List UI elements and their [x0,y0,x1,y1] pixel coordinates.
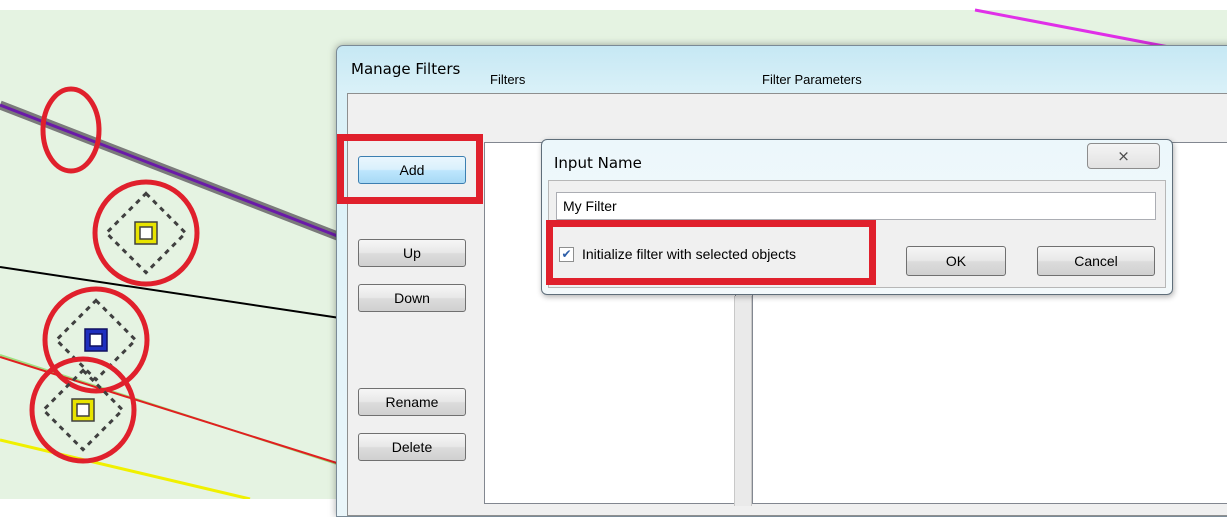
node-inner [89,333,103,347]
check-icon: ✔ [561,247,572,261]
node-inner [139,226,153,240]
cancel-button[interactable]: Cancel [1037,246,1155,276]
up-button[interactable]: Up [358,239,466,267]
filters-scrollbar[interactable] [734,296,752,506]
filter-parameters-header: Filter Parameters [762,72,862,87]
input-name-dialog: Input Name ⨯ ✔ Initialize filter with se… [541,139,1173,295]
add-button[interactable]: Add [358,156,466,184]
rename-button[interactable]: Rename [358,388,466,416]
filters-header: Filters [490,72,526,87]
window-title: Manage Filters [351,60,461,78]
close-button[interactable]: ⨯ [1087,143,1160,169]
initialize-checkbox-row[interactable]: ✔ Initialize filter with selected object… [559,246,796,262]
down-button[interactable]: Down [358,284,466,312]
yellow-line [0,438,251,499]
ok-button[interactable]: OK [906,246,1006,276]
close-icon: ⨯ [1117,147,1130,165]
name-input[interactable] [556,192,1156,220]
node-inner [76,403,90,417]
initialize-checkbox[interactable]: ✔ [559,246,574,262]
initialize-checkbox-label: Initialize filter with selected objects [582,246,796,262]
black-line [0,266,341,319]
dialog-title: Input Name [554,154,642,172]
delete-button[interactable]: Delete [358,433,466,461]
